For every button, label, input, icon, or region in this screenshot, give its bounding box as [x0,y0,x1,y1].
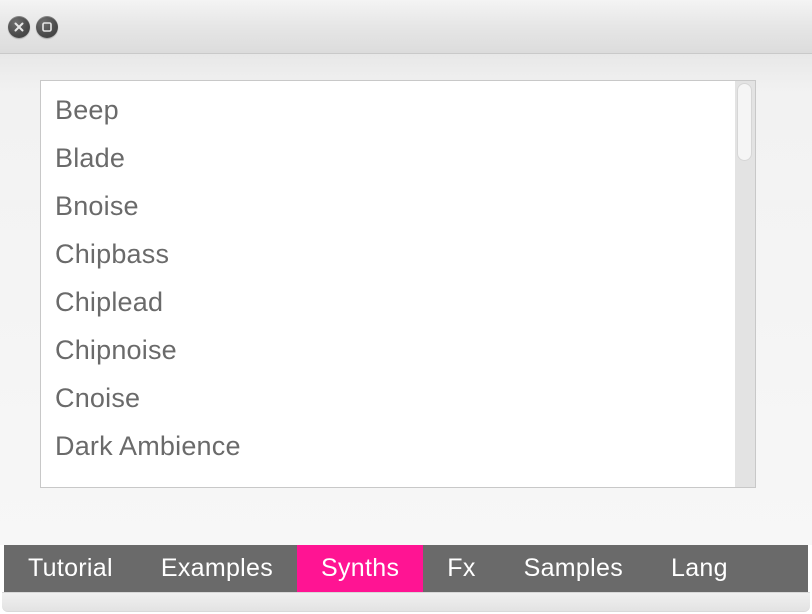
list-item[interactable]: Bnoise [55,183,735,231]
list-item[interactable]: Chipbass [55,231,735,279]
tab-fx[interactable]: Fx [423,545,499,592]
list-item[interactable]: Beep [55,87,735,135]
window: Beep Blade Bnoise Chipbass Chiplead Chip… [0,0,812,614]
list-item[interactable]: Dark Ambience [55,423,735,471]
synth-list-panel: Beep Blade Bnoise Chipbass Chiplead Chip… [40,80,756,488]
maximize-button[interactable] [36,16,58,38]
tab-tutorial[interactable]: Tutorial [4,545,137,592]
tab-lang[interactable]: Lang [647,545,752,592]
list-item[interactable]: Chipnoise [55,327,735,375]
tabbar-wrap: Tutorial Examples Synths Fx Samples Lang [0,545,812,614]
list-item[interactable]: Cnoise [55,375,735,423]
bottom-strip [2,592,810,612]
content-area: Beep Blade Bnoise Chipbass Chiplead Chip… [0,54,812,545]
titlebar [0,0,812,54]
tab-samples[interactable]: Samples [500,545,647,592]
close-button[interactable] [8,16,30,38]
scrollbar-thumb[interactable] [737,83,752,161]
list-item[interactable]: Chiplead [55,279,735,327]
scrollbar-track[interactable] [735,81,755,487]
tab-examples[interactable]: Examples [137,545,297,592]
tab-synths[interactable]: Synths [297,545,423,592]
list-item[interactable]: Blade [55,135,735,183]
synth-list[interactable]: Beep Blade Bnoise Chipbass Chiplead Chip… [41,81,735,487]
maximize-icon [41,21,53,33]
close-icon [14,22,24,32]
tabbar: Tutorial Examples Synths Fx Samples Lang [4,545,808,592]
